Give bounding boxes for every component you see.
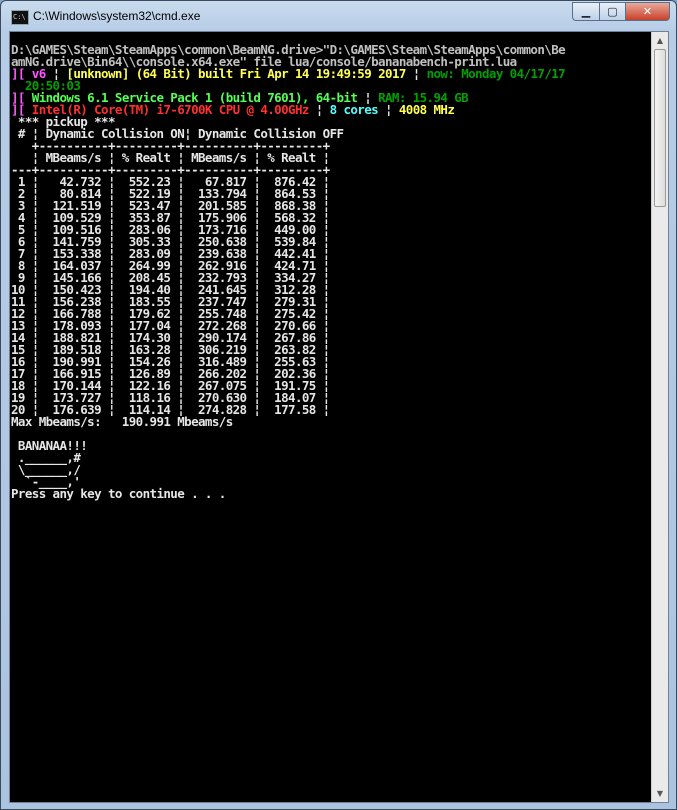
scroll-down-arrow-icon[interactable]: ▼ [652,785,668,802]
scroll-up-arrow-icon[interactable]: ▲ [652,32,668,49]
title-bar[interactable]: C:\ C:\Windows\system32\cmd.exe ▁ ▢ ✕ [1,1,676,33]
max-mbeams-line: Max Mbeams/s: 190.991 Mbeams/s [11,414,233,429]
cpu-cores: 8 cores [329,102,379,117]
separator: ¦ [308,102,330,117]
separator: ¦ [378,102,399,117]
window-title: C:\Windows\system32\cmd.exe [33,9,201,23]
vertical-scrollbar[interactable]: ▲ ▼ [651,32,668,802]
cpu-mhz: 4008 MHz [398,102,455,117]
continue-prompt: Press any key to continue . . . [11,486,226,501]
build-info-line: ][ v6 ¦ [unknown] (64 Bit) built Fri Apr… [11,66,566,81]
cmd-app-icon[interactable]: C:\ [11,10,29,25]
console-area[interactable]: D:\GAMES\Steam\SteamApps\common\BeamNG.d… [9,31,669,803]
scrollbar-thumb[interactable] [654,49,666,207]
cmd-window: C:\ C:\Windows\system32\cmd.exe ▁ ▢ ✕ D:… [0,0,677,810]
close-button[interactable]: ✕ [625,2,670,21]
current-datetime: now: Monday 04/17/17 [426,66,566,81]
separator: ¦ [405,66,427,81]
window-controls: ▁ ▢ ✕ [572,2,670,21]
build-date: (64 Bit) built Fri Apr 14 19:49:59 2017 [128,66,407,81]
maximize-button[interactable]: ▢ [599,2,625,21]
console-output[interactable]: D:\GAMES\Steam\SteamApps\common\BeamNG.d… [10,32,651,802]
minimize-button[interactable]: ▁ [572,2,599,21]
